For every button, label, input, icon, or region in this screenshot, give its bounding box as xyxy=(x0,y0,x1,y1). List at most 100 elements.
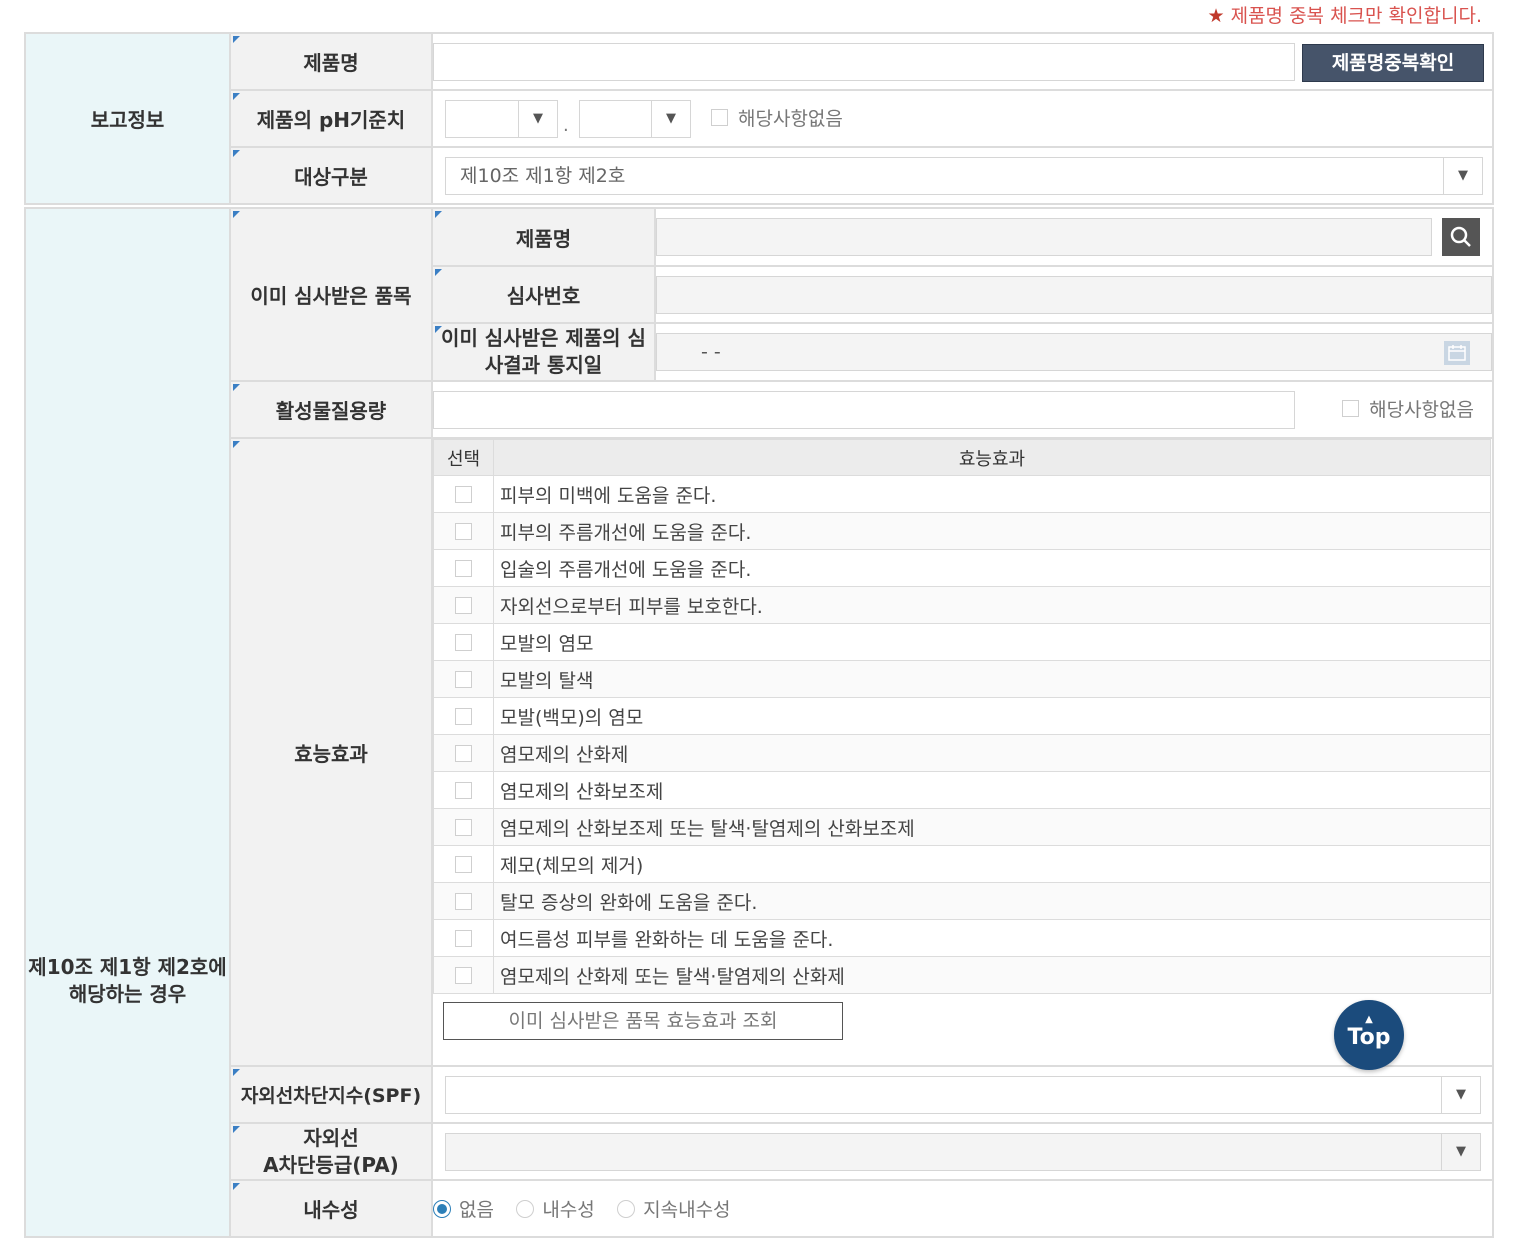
spf-label: 자외선차단지수(SPF) xyxy=(229,1065,433,1124)
efficacy-checkbox[interactable] xyxy=(455,634,472,651)
ph-not-applicable-checkbox[interactable] xyxy=(711,109,728,126)
water-option-resistant-label: 내수성 xyxy=(542,1199,595,1221)
star-icon: ★ xyxy=(1207,5,1225,27)
efficacy-item-label: 입술의 주름개선에 도움을 준다. xyxy=(493,549,1491,587)
efficacy-row[interactable]: 여드름성 피부를 완화하는 데 도움을 준다. xyxy=(433,919,1491,957)
efficacy-checkbox[interactable] xyxy=(455,745,472,762)
efficacy-cell: 선택 효능효과 피부의 미백에 도움을 준다. 피부의 주름개선에 도움을 준다. 입… xyxy=(431,437,1494,1067)
efficacy-item-label: 탈모 증상의 완화에 도움을 준다. xyxy=(493,882,1491,920)
efficacy-item-label: 염모제의 산화보조제 xyxy=(493,771,1491,809)
active-amount-input[interactable] xyxy=(433,390,1295,429)
review-number-label: 심사번호 xyxy=(433,265,656,324)
search-button[interactable] xyxy=(1442,218,1480,256)
notice-date-input[interactable]: - - xyxy=(656,333,1492,371)
water-option-none-label: 없음 xyxy=(459,1199,494,1221)
radio-long-lasting[interactable] xyxy=(617,1199,636,1218)
efficacy-row[interactable]: 모발(백모)의 염모 xyxy=(433,697,1491,735)
efficacy-checkbox[interactable] xyxy=(455,671,472,688)
efficacy-checkbox[interactable] xyxy=(455,708,472,725)
target-cell: 제10조 제1항 제2호 ▼ xyxy=(431,146,1494,205)
efficacy-row[interactable]: 입술의 주름개선에 도움을 준다. xyxy=(433,549,1491,587)
radio-none[interactable] xyxy=(433,1199,451,1218)
efficacy-checkbox[interactable] xyxy=(455,523,472,540)
efficacy-checkbox[interactable] xyxy=(455,930,472,947)
ph-cell: ▼ . ▼ 해당사항없음 xyxy=(431,89,1494,148)
efficacy-checkbox[interactable] xyxy=(455,782,472,799)
efficacy-checkbox[interactable] xyxy=(455,560,472,577)
efficacy-row[interactable]: 자외선으로부터 피부를 보호한다. xyxy=(433,586,1491,624)
efficacy-row[interactable]: 염모제의 산화제 또는 탈색·탈염제의 산화제 xyxy=(433,956,1491,994)
efficacy-item-label: 염모제의 산화제 xyxy=(493,734,1491,772)
water-option-resistant[interactable]: 내수성 xyxy=(516,1195,595,1222)
spf-select[interactable]: ▼ xyxy=(445,1076,1481,1114)
target-label: 대상구분 xyxy=(229,146,433,205)
pa-select[interactable]: ▼ xyxy=(445,1133,1481,1171)
review-number-cell xyxy=(654,265,1492,324)
efficacy-row[interactable]: 염모제의 산화보조제 또는 탈색·탈염제의 산화보조제 xyxy=(433,808,1491,846)
active-amount-not-applicable-checkbox[interactable] xyxy=(1342,400,1360,417)
reviewed-product-name-input[interactable] xyxy=(656,218,1432,256)
water-option-long-lasting[interactable]: 지속내수성 xyxy=(617,1195,731,1222)
calendar-button[interactable] xyxy=(1444,341,1470,365)
efficacy-checkbox[interactable] xyxy=(455,819,472,836)
spf-cell: ▼ xyxy=(431,1065,1494,1124)
efficacy-row[interactable]: 피부의 미백에 도움을 준다. xyxy=(433,475,1491,513)
water-option-none[interactable]: 없음 xyxy=(433,1195,494,1222)
notice: ★ 제품명 중복 체크만 확인합니다. xyxy=(1208,2,1482,30)
notice-date-cell: - - xyxy=(654,322,1492,380)
efficacy-label: 효능효과 xyxy=(229,437,433,1067)
pa-label-line2: A차단등급(PA) xyxy=(263,1152,399,1177)
notice-text: 제품명 중복 체크만 확인합니다. xyxy=(1230,5,1482,27)
efficacy-select-cell xyxy=(433,956,494,994)
column-header-effect: 효능효과 xyxy=(493,439,1491,476)
ph-integer-select[interactable]: ▼ xyxy=(445,100,558,138)
reviewed-product-name-label: 제품명 xyxy=(433,209,656,267)
efficacy-select-cell xyxy=(433,549,494,587)
chevron-down-icon: ▼ xyxy=(1443,158,1482,194)
notice-date-label: 이미 심사받은 제품의 심사결과 통지일 xyxy=(433,322,656,380)
search-icon xyxy=(1450,226,1471,247)
ph-not-applicable[interactable]: 해당사항없음 xyxy=(711,107,843,131)
efficacy-row[interactable]: 피부의 주름개선에 도움을 준다. xyxy=(433,512,1491,550)
efficacy-row[interactable]: 탈모 증상의 완화에 도움을 준다. xyxy=(433,882,1491,920)
already-reviewed-table: 제품명 심사번호 이미 심사받은 제품의 심사결과 통지일 - - xyxy=(433,209,1492,380)
product-name-cell: 제품명중복확인 xyxy=(431,32,1494,91)
efficacy-row[interactable]: 제모(체모의 제거) xyxy=(433,845,1491,883)
radio-resistant[interactable] xyxy=(516,1199,535,1218)
pa-cell: ▼ xyxy=(431,1122,1494,1181)
reviewed-product-name-cell xyxy=(654,209,1492,267)
efficacy-checkbox[interactable] xyxy=(455,486,472,503)
target-select[interactable]: 제10조 제1항 제2호 ▼ xyxy=(445,157,1483,195)
product-name-duplicate-check-button[interactable]: 제품명중복확인 xyxy=(1302,44,1484,82)
efficacy-checkbox[interactable] xyxy=(455,597,472,614)
top-button[interactable]: ▲ Top xyxy=(1334,1000,1404,1070)
efficacy-select-cell xyxy=(433,808,494,846)
efficacy-row[interactable]: 염모제의 산화보조제 xyxy=(433,771,1491,809)
efficacy-row[interactable]: 모발의 염모 xyxy=(433,623,1491,661)
pa-label-cell: 자외선 A차단등급(PA) xyxy=(229,1122,433,1181)
efficacy-checkbox[interactable] xyxy=(455,967,472,984)
pa-label-line1: 자외선 xyxy=(303,1125,359,1150)
active-amount-not-applicable-label: 해당사항없음 xyxy=(1369,399,1474,421)
case-heading-cell: 제10조 제1항 제2호에 해당하는 경우 xyxy=(24,207,231,1238)
active-amount-not-applicable[interactable]: 해당사항없음 xyxy=(1342,398,1474,422)
product-name-input[interactable] xyxy=(433,42,1295,81)
efficacy-lookup-button[interactable]: 이미 심사받은 품목 효능효과 조회 xyxy=(443,1002,843,1040)
efficacy-item-label: 피부의 주름개선에 도움을 준다. xyxy=(493,512,1491,550)
efficacy-select-cell xyxy=(433,771,494,809)
chevron-down-icon: ▼ xyxy=(518,101,557,137)
efficacy-checkbox[interactable] xyxy=(455,856,472,873)
top-button-label: Top xyxy=(1347,1025,1391,1050)
efficacy-item-label: 여드름성 피부를 완화하는 데 도움을 준다. xyxy=(493,919,1491,957)
review-number-input[interactable] xyxy=(656,275,1492,314)
efficacy-select-cell xyxy=(433,586,494,624)
efficacy-select-cell xyxy=(433,734,494,772)
efficacy-checkbox[interactable] xyxy=(455,893,472,910)
efficacy-select-cell xyxy=(433,882,494,920)
efficacy-row[interactable]: 모발의 탈색 xyxy=(433,660,1491,698)
ph-decimal-select[interactable]: ▼ xyxy=(579,100,691,138)
efficacy-select-cell xyxy=(433,512,494,550)
efficacy-item-label: 제모(체모의 제거) xyxy=(493,845,1491,883)
water-option-long-lasting-label: 지속내수성 xyxy=(643,1199,731,1221)
efficacy-row[interactable]: 염모제의 산화제 xyxy=(433,734,1491,772)
